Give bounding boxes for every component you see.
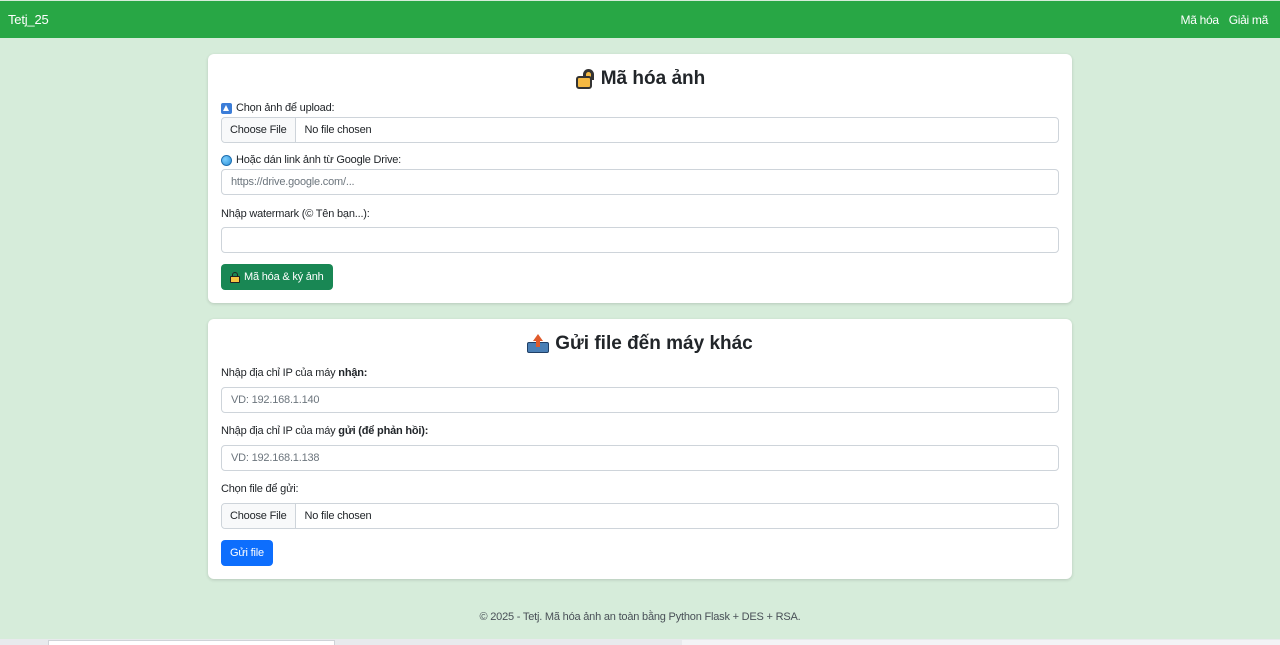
receiver-ip-input[interactable]: VD: 192.168.1.140 — [221, 387, 1059, 413]
lock-icon — [575, 68, 595, 90]
drive-link-input[interactable]: https://drive.google.com/... — [221, 169, 1059, 195]
send-file-status: No file chosen — [304, 510, 372, 522]
outbox-icon — [527, 334, 550, 354]
sender-ip-placeholder: VD: 192.168.1.138 — [231, 452, 320, 464]
brand-link[interactable]: Tetj_25 — [8, 12, 49, 27]
upload-label-text: Chọn ảnh để upload: — [236, 102, 335, 114]
bottom-strip — [0, 639, 1280, 645]
footer-text: © 2025 - Tetj. Mã hóa ảnh an toàn bằng P… — [479, 611, 801, 623]
send-card-title: Gửi file đến máy khác — [208, 333, 1072, 355]
encrypt-title-text: Mã hóa ảnh — [600, 68, 706, 89]
upload-label: Chọn ảnh để upload: — [221, 102, 335, 114]
nav-links: Mã hóa Giải mã — [1181, 13, 1269, 27]
sender-label-bold: gửi (để phản hồi): — [338, 425, 429, 437]
bottom-tab — [48, 640, 335, 645]
lock-small-icon — [230, 271, 240, 283]
encrypt-card: Mã hóa ảnh Chọn ảnh để upload: Choose Fi… — [208, 54, 1072, 303]
send-file-card: Gửi file đến máy khác Nhập địa chỉ IP củ… — [208, 319, 1072, 579]
send-file-label: Chọn file để gửi: — [221, 483, 299, 495]
nav-link-encrypt[interactable]: Mã hóa — [1181, 13, 1220, 27]
bottom-tab-right — [682, 640, 1280, 645]
receiver-ip-label: Nhập địa chỉ IP của máy nhận: — [221, 367, 367, 379]
drive-label-text: Hoặc dán link ảnh từ Google Drive: — [236, 154, 402, 166]
send-title-text: Gửi file đến máy khác — [555, 333, 753, 354]
globe-icon — [221, 154, 232, 166]
drive-link-placeholder: https://drive.google.com/... — [231, 176, 355, 188]
receiver-label-bold: nhận: — [338, 367, 368, 379]
encrypt-sign-button[interactable]: Mã hóa & ký ảnh — [221, 264, 333, 290]
nav-link-decrypt[interactable]: Giải mã — [1229, 13, 1269, 27]
navbar: Tetj_25 Mã hóa Giải mã — [0, 1, 1280, 38]
receiver-label-text: Nhập địa chỉ IP của máy — [221, 367, 339, 379]
image-file-input[interactable]: Choose File No file chosen — [221, 117, 1059, 143]
watermark-label: Nhập watermark (© Tên bạn...): — [221, 208, 370, 220]
sender-ip-label: Nhập địa chỉ IP của máy gửi (để phản hồi… — [221, 425, 428, 437]
send-button-label: Gửi file — [230, 547, 264, 559]
receiver-ip-placeholder: VD: 192.168.1.140 — [231, 394, 320, 406]
encrypt-card-title: Mã hóa ảnh — [208, 68, 1072, 90]
encrypt-button-label: Mã hóa & ký ảnh — [244, 271, 324, 283]
upload-icon — [221, 102, 232, 114]
send-file-input[interactable]: Choose File No file chosen — [221, 503, 1059, 529]
choose-file-button-2[interactable]: Choose File — [222, 504, 296, 528]
watermark-label-text: Nhập watermark (© Tên bạn...): — [221, 208, 370, 220]
watermark-input[interactable] — [221, 227, 1059, 253]
sender-ip-input[interactable]: VD: 192.168.1.138 — [221, 445, 1059, 471]
file-status: No file chosen — [304, 124, 372, 136]
drive-link-label: Hoặc dán link ảnh từ Google Drive: — [221, 154, 401, 166]
footer: © 2025 - Tetj. Mã hóa ảnh an toàn bằng P… — [0, 611, 1280, 623]
send-file-button[interactable]: Gửi file — [221, 540, 273, 566]
send-file-label-text: Chọn file để gửi: — [221, 483, 299, 495]
sender-label-text: Nhập địa chỉ IP của máy — [221, 425, 339, 437]
choose-file-button[interactable]: Choose File — [222, 118, 296, 142]
